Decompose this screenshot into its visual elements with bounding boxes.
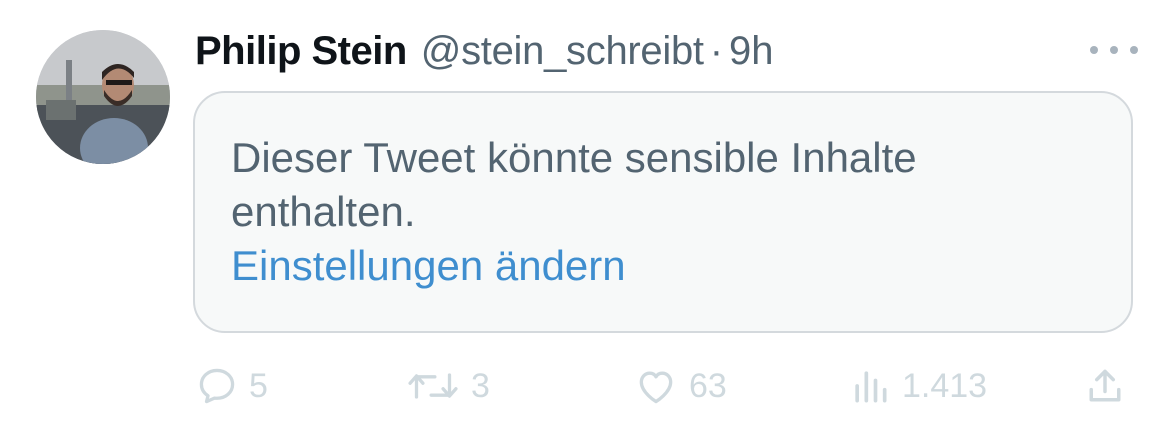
like-button[interactable]: 63	[633, 358, 727, 414]
sensitive-content-notice: Dieser Tweet könnte sensible Inhalte ent…	[193, 91, 1133, 333]
retweet-count: 3	[471, 366, 490, 405]
reply-count: 5	[249, 366, 268, 405]
more-dots-icon	[1090, 46, 1098, 54]
share-upload-icon	[1089, 369, 1121, 402]
user-handle[interactable]: @stein_schreibt	[421, 29, 704, 74]
sensitive-warning-text: Dieser Tweet könnte sensible Inhalte ent…	[231, 134, 917, 235]
retweet-button[interactable]: 3	[405, 358, 490, 414]
view-count: 1.413	[902, 366, 988, 405]
more-dots-icon	[1110, 46, 1118, 54]
more-options-button[interactable]	[1090, 36, 1138, 64]
like-count: 63	[689, 366, 727, 405]
views-button[interactable]: 1.413	[848, 358, 987, 414]
avatar[interactable]	[36, 30, 170, 164]
tweet-header: Philip Stein @stein_schreibt · 9h	[195, 26, 774, 76]
more-dots-icon	[1130, 46, 1138, 54]
timestamp[interactable]: 9h	[729, 29, 774, 74]
heart-icon	[639, 371, 673, 404]
avatar-photo	[36, 30, 170, 164]
change-settings-link[interactable]: Einstellungen ändern	[231, 239, 1095, 293]
share-button[interactable]	[1083, 358, 1127, 414]
bar-chart-icon	[855, 371, 887, 403]
display-name[interactable]: Philip Stein	[195, 29, 407, 74]
speech-bubble-icon	[199, 368, 235, 404]
tweet-action-bar: 5 3 63 1.413	[193, 358, 1133, 414]
separator-dot: ·	[709, 28, 724, 73]
tweet-card[interactable]: Philip Stein @stein_schreibt · 9h Dieser…	[0, 0, 1170, 439]
retweet-arrows-icon	[408, 373, 458, 399]
reply-button[interactable]: 5	[195, 358, 268, 414]
